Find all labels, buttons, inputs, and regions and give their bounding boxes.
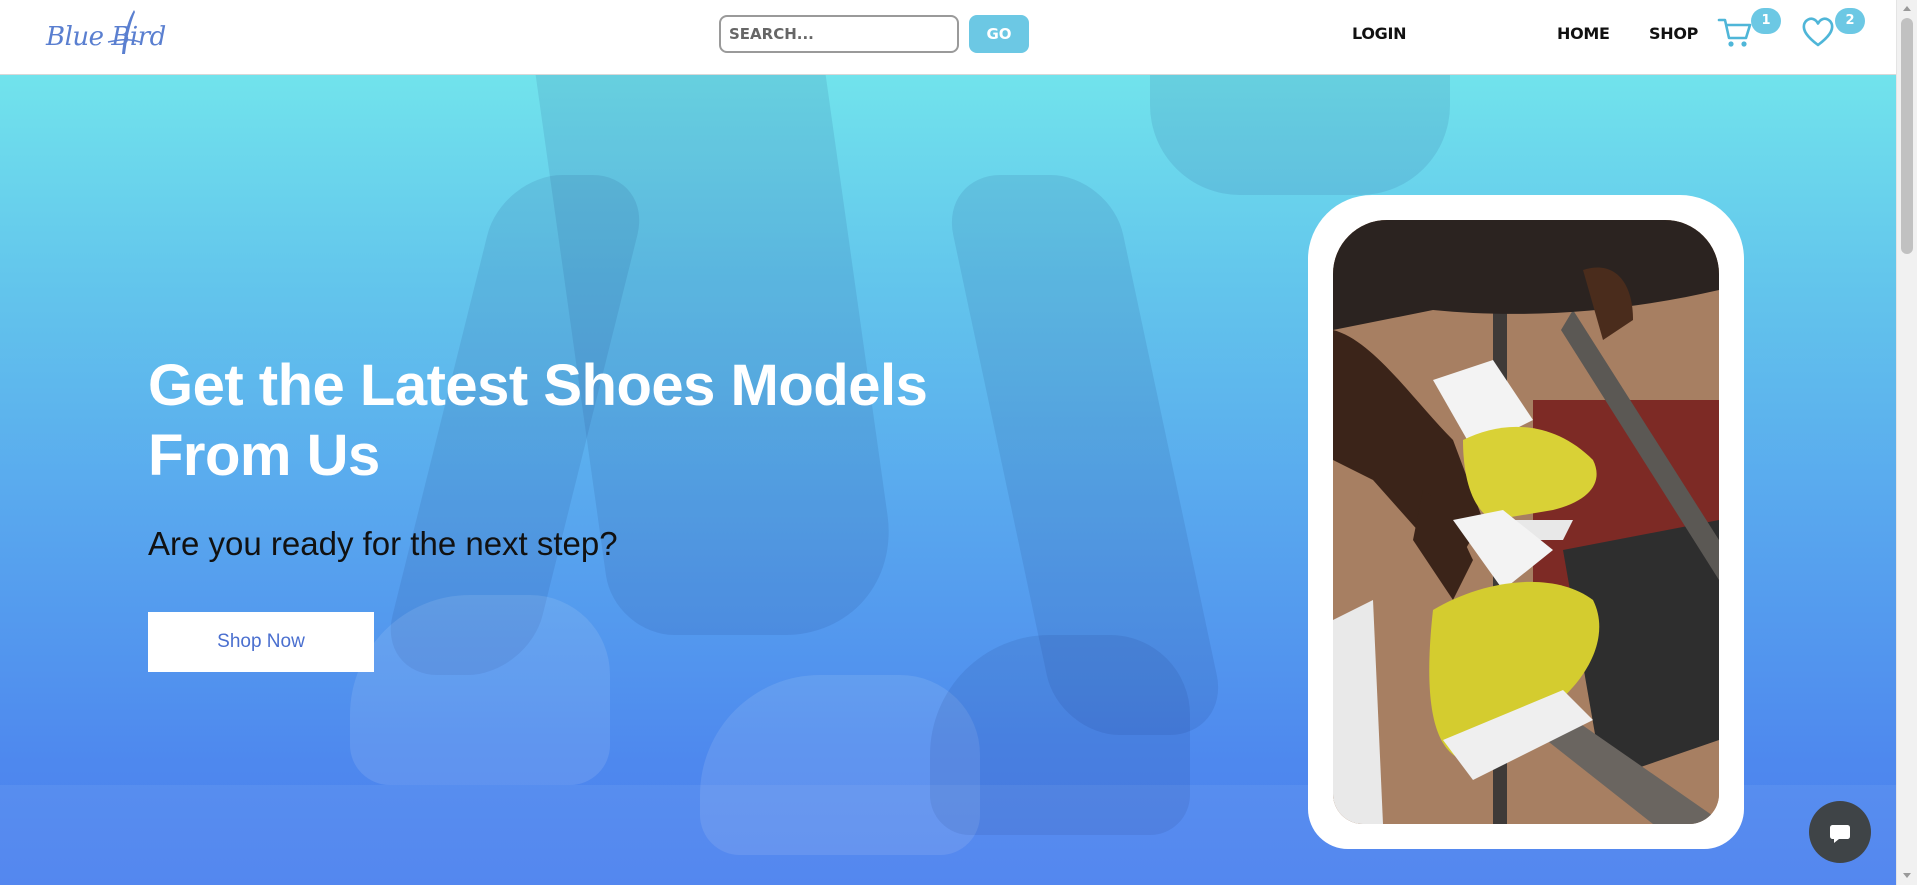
logo-text: Blue Bird [46, 22, 166, 52]
hero-bg-shoe [350, 595, 610, 785]
scrollbar-thumb[interactable] [1901, 18, 1913, 254]
hero-photo-frame [1308, 195, 1744, 849]
cart-count-badge: 1 [1751, 8, 1781, 34]
scroll-down-arrow-icon[interactable] [1903, 873, 1911, 878]
heart-icon [1802, 17, 1834, 47]
go-button[interactable]: GO [969, 15, 1029, 53]
wishlist-button[interactable]: 2 [1800, 8, 1865, 54]
hero-bg-shorts [1150, 75, 1450, 195]
chat-button[interactable] [1809, 801, 1871, 863]
wishlist-count-badge: 2 [1835, 8, 1865, 34]
scroll-up-arrow-icon[interactable] [1903, 6, 1911, 11]
shop-now-button[interactable]: Shop Now [148, 612, 374, 672]
hero-title: Get the Latest Shoes Models From Us [148, 353, 928, 488]
home-link[interactable]: HOME [1557, 24, 1610, 43]
site-header: Blue Bird GO LOGIN HOME SHOP 1 2 [0, 0, 1896, 75]
blue-bird-logo[interactable]: Blue Bird [46, 8, 176, 58]
shop-link[interactable]: SHOP [1649, 24, 1698, 43]
chat-bubble-icon [1830, 825, 1850, 843]
cart-icon [1717, 18, 1752, 47]
hero-subtitle: Are you ready for the next step? [148, 525, 618, 562]
search-input[interactable] [719, 15, 959, 53]
login-link[interactable]: LOGIN [1352, 24, 1407, 43]
hero-section: Get the Latest Shoes Models From Us Are … [0, 75, 1896, 885]
yellow-sneakers-image [1333, 220, 1719, 824]
hero-shoe-photo [1333, 220, 1719, 824]
page-scrollbar[interactable] [1896, 0, 1917, 885]
cart-button[interactable]: 1 [1717, 8, 1781, 54]
